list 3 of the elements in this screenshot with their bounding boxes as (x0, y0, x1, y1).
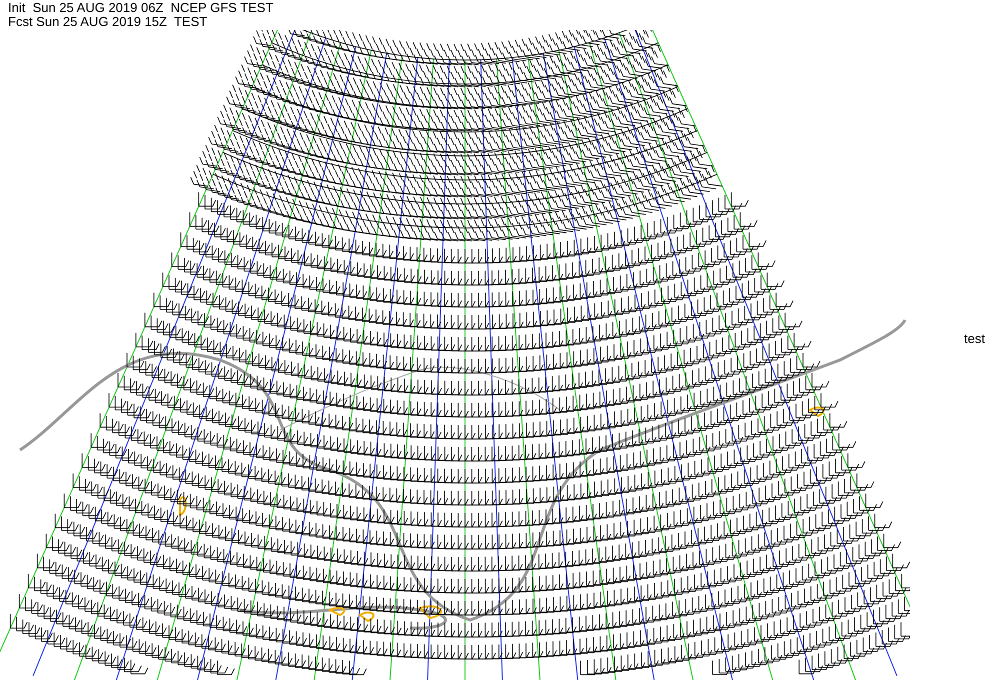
plot-header: Fcst Sun 25 AUG 2019 15Z TEST (8, 15, 208, 29)
plot-header: Init Sun 25 AUG 2019 06Z NCEP GFS TEST (8, 1, 274, 15)
side-label: test (964, 330, 985, 348)
